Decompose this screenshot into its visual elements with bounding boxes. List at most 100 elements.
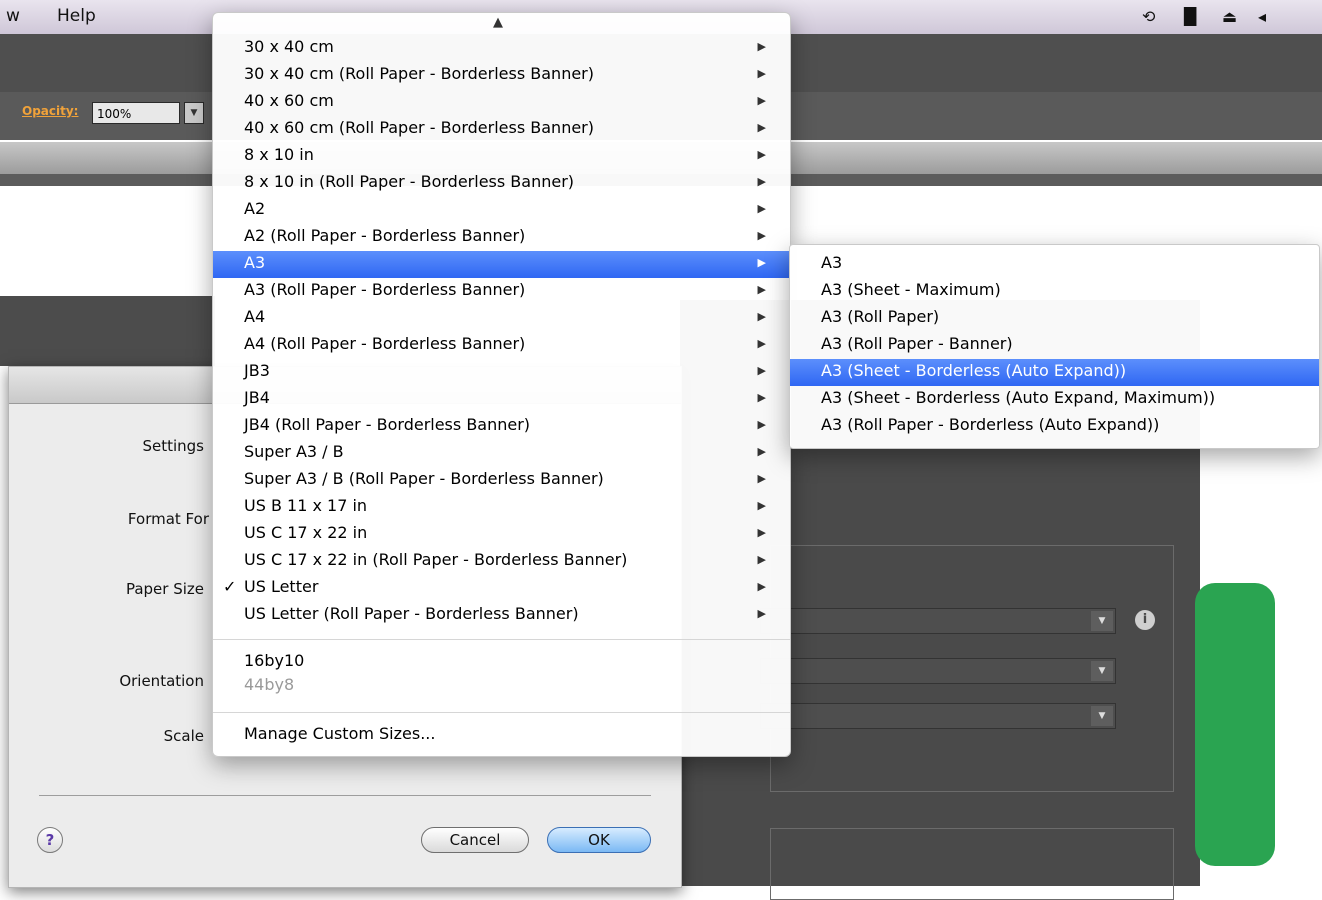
menu-item[interactable]: A4 ▶ (213, 305, 790, 332)
menu-item-label: A3 (821, 253, 843, 272)
submenu-item-highlighted[interactable]: A3 (Sheet - Borderless (Auto Expand)) (790, 359, 1319, 386)
dialog-divider (39, 795, 651, 796)
menu-item[interactable]: Super A3 / B (Roll Paper - Borderless Ba… (213, 467, 790, 494)
submenu-item[interactable]: A3 (Sheet - Borderless (Auto Expand, Max… (790, 386, 1319, 413)
menu-item[interactable]: 40 x 60 cm ▶ (213, 89, 790, 116)
volume-icon[interactable]: ◂ (1258, 7, 1266, 26)
menu-item-label: 40 x 60 cm (Roll Paper - Borderless Bann… (244, 118, 594, 137)
submenu-arrow-icon: ▶ (757, 364, 766, 377)
checkmark-icon: ✓ (223, 577, 237, 596)
menu-item-label: US Letter (244, 577, 319, 596)
menu-item[interactable]: 8 x 10 in (Roll Paper - Borderless Banne… (213, 170, 790, 197)
submenu-item[interactable]: A3 (Roll Paper) (790, 305, 1319, 332)
opacity-dropdown-button[interactable]: ▼ (184, 102, 204, 124)
menu-item-label: Super A3 / B (244, 442, 344, 461)
manage-custom-sizes-item[interactable]: Manage Custom Sizes... (213, 722, 790, 749)
menu-item-label: US Letter (Roll Paper - Borderless Banne… (244, 604, 579, 623)
submenu-arrow-icon: ▶ (757, 256, 766, 269)
opacity-input[interactable]: 100% (92, 102, 180, 124)
submenu-arrow-icon: ▶ (757, 337, 766, 350)
submenu-item[interactable]: A3 (790, 251, 1319, 278)
submenu-arrow-icon: ▶ (757, 202, 766, 215)
menu-item[interactable]: US B 11 x 17 in ▶ (213, 494, 790, 521)
submenu-arrow-icon: ▶ (757, 607, 766, 620)
chevron-down-icon: ▼ (1091, 611, 1113, 631)
cancel-button[interactable]: Cancel (421, 827, 529, 853)
custom-size-item[interactable]: 16by10 (213, 649, 790, 676)
menu-item-label: JB4 (244, 388, 270, 407)
menu-item-label: Manage Custom Sizes... (244, 724, 436, 743)
submenu-arrow-icon: ▶ (757, 418, 766, 431)
orientation-label: Orientation (119, 672, 204, 690)
eject-icon[interactable]: ⏏ (1222, 7, 1237, 26)
submenu-arrow-icon: ▶ (757, 121, 766, 134)
scale-label: Scale (163, 727, 204, 745)
info-icon[interactable]: i (1135, 610, 1155, 630)
print-panel-select-1[interactable]: ▼ (760, 608, 1116, 634)
menu-item[interactable]: 40 x 60 cm (Roll Paper - Borderless Bann… (213, 116, 790, 143)
a3-submenu: A3 A3 (Sheet - Maximum) A3 (Roll Paper) … (789, 244, 1320, 449)
menu-item[interactable]: 30 x 40 cm (Roll Paper - Borderless Bann… (213, 62, 790, 89)
menu-item-checked[interactable]: ✓ US Letter ▶ (213, 575, 790, 602)
menu-item-label: A4 (244, 307, 266, 326)
menu-item-label: 8 x 10 in (244, 145, 314, 164)
submenu-item[interactable]: A3 (Roll Paper - Banner) (790, 332, 1319, 359)
time-machine-icon[interactable]: ⟲ (1142, 7, 1155, 26)
menu-item[interactable]: Super A3 / B ▶ (213, 440, 790, 467)
menu-item-label: 16by10 (244, 651, 305, 670)
submenu-arrow-icon: ▶ (757, 310, 766, 323)
settings-label: Settings (142, 437, 204, 455)
menu-item[interactable]: 30 x 40 cm ▶ (213, 35, 790, 62)
preview-pane (1195, 583, 1275, 866)
print-panel-group-lower (770, 828, 1174, 900)
menu-item[interactable]: JB4 (Roll Paper - Borderless Banner) ▶ (213, 413, 790, 440)
menu-item-label: Super A3 / B (Roll Paper - Borderless Ba… (244, 469, 604, 488)
submenu-arrow-icon: ▶ (757, 580, 766, 593)
menu-item[interactable]: A2 ▶ (213, 197, 790, 224)
scroll-up-icon[interactable]: ▲ (493, 15, 503, 30)
submenu-arrow-icon: ▶ (757, 391, 766, 404)
binoculars-icon[interactable]: █ (1184, 7, 1196, 26)
submenu-arrow-icon: ▶ (757, 553, 766, 566)
paper-size-label: Paper Size (125, 580, 204, 598)
menu-item[interactable]: US C 17 x 22 in (Roll Paper - Borderless… (213, 548, 790, 575)
custom-size-item-disabled: 44by8 (213, 673, 790, 700)
menu-item[interactable]: A4 (Roll Paper - Borderless Banner) ▶ (213, 332, 790, 359)
submenu-arrow-icon: ▶ (757, 148, 766, 161)
menu-item-label: A3 (Roll Paper - Banner) (821, 334, 1013, 353)
submenu-arrow-icon: ▶ (757, 40, 766, 53)
menu-item-label: US B 11 x 17 in (244, 496, 368, 515)
menubar-item-window[interactable]: w (6, 6, 20, 26)
format-for-label: Format For (127, 510, 209, 528)
menu-item-label: A3 (244, 253, 266, 272)
submenu-item[interactable]: A3 (Roll Paper - Borderless (Auto Expand… (790, 413, 1319, 440)
menu-item-label: US C 17 x 22 in (Roll Paper - Borderless… (244, 550, 628, 569)
menu-item-label: A2 (244, 199, 266, 218)
ok-button[interactable]: OK (547, 827, 651, 853)
opacity-label[interactable]: Opacity: (22, 104, 78, 118)
menu-item[interactable]: JB3 ▶ (213, 359, 790, 386)
menubar-item-help[interactable]: Help (57, 6, 96, 26)
print-panel-select-2[interactable]: ▼ (760, 658, 1116, 684)
menu-item[interactable]: 8 x 10 in ▶ (213, 143, 790, 170)
print-panel-select-3[interactable]: ▼ (760, 703, 1116, 729)
submenu-arrow-icon: ▶ (757, 283, 766, 296)
menu-item-label: JB4 (Roll Paper - Borderless Banner) (244, 415, 531, 434)
chevron-down-icon: ▼ (1091, 706, 1113, 726)
submenu-arrow-icon: ▶ (757, 499, 766, 512)
submenu-arrow-icon: ▶ (757, 94, 766, 107)
menu-item[interactable]: A3 (Roll Paper - Borderless Banner) ▶ (213, 278, 790, 305)
menu-item[interactable]: US Letter (Roll Paper - Borderless Banne… (213, 602, 790, 629)
menu-item-label: A3 (Sheet - Maximum) (821, 280, 1001, 299)
menu-item[interactable]: A2 (Roll Paper - Borderless Banner) ▶ (213, 224, 790, 251)
menu-item[interactable]: US C 17 x 22 in ▶ (213, 521, 790, 548)
menu-item-highlighted[interactable]: A3 ▶ (213, 251, 790, 278)
menu-item-label: 30 x 40 cm (Roll Paper - Borderless Bann… (244, 64, 594, 83)
submenu-item[interactable]: A3 (Sheet - Maximum) (790, 278, 1319, 305)
help-button[interactable]: ? (37, 827, 63, 853)
paper-size-menu: ▲ 30 x 40 cm ▶ 30 x 40 cm (Roll Paper - B… (212, 12, 791, 757)
menu-item-label: JB3 (244, 361, 270, 380)
menu-item-label: A3 (Roll Paper) (821, 307, 940, 326)
menu-item[interactable]: JB4 ▶ (213, 386, 790, 413)
menu-item-label: 40 x 60 cm (244, 91, 334, 110)
